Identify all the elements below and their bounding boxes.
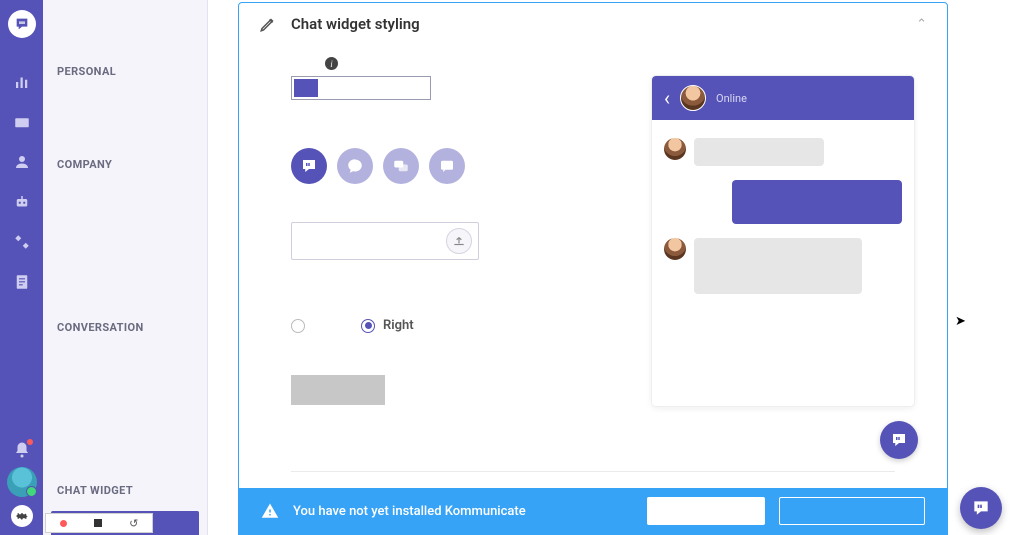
info-icon[interactable]: i (325, 57, 338, 70)
position-right-label: Right (383, 318, 414, 333)
bot-icon[interactable] (13, 193, 31, 211)
sidebar-section-company[interactable]: COMPANY (43, 148, 207, 181)
sidebar-section-chat-widget[interactable]: CHAT WIDGET (43, 474, 207, 507)
incoming-message-row (664, 238, 902, 294)
left-nav-rail (0, 0, 43, 535)
analytics-icon[interactable] (13, 73, 31, 91)
color-swatch (294, 79, 318, 97)
global-chat-launcher[interactable] (960, 487, 1002, 529)
stop-icon[interactable] (94, 519, 102, 527)
install-warning-banner: You have not yet installed Kommunicate (239, 488, 947, 534)
banner-primary-button[interactable] (647, 497, 765, 525)
chat-widget-preview: ‹ Online (651, 75, 915, 407)
custom-icon-upload[interactable] (291, 222, 479, 260)
main-content: Chat widget styling ⌃ i (208, 0, 1024, 535)
sidebar-section-conversation[interactable]: CONVERSATION (43, 311, 207, 344)
incoming-message-bubble (694, 138, 824, 166)
settings-icon[interactable] (11, 505, 33, 527)
position-right-radio[interactable]: Right (361, 318, 414, 333)
notifications-icon[interactable] (13, 441, 31, 459)
outgoing-message-row (664, 180, 902, 224)
chat-widget-styling-card: Chat widget styling ⌃ i (238, 2, 948, 535)
integrations-icon[interactable] (13, 233, 31, 251)
record-icon[interactable] (60, 520, 67, 527)
position-left-radio[interactable] (291, 319, 313, 333)
pencil-icon (259, 15, 277, 33)
launcher-icon-option-3[interactable] (383, 148, 419, 184)
agent-avatar (680, 85, 706, 111)
docs-icon[interactable] (13, 273, 31, 291)
inbox-icon[interactable] (13, 113, 31, 131)
launcher-icon-option-2[interactable] (337, 148, 373, 184)
launcher-icon-option-1[interactable] (291, 148, 327, 184)
back-icon[interactable]: ‹ (664, 86, 670, 110)
banner-secondary-button[interactable] (779, 497, 925, 525)
screen-record-controls: ↺ (45, 513, 153, 533)
incoming-message-row (664, 138, 902, 166)
message-avatar (664, 238, 686, 260)
launcher-icon-option-4[interactable] (429, 148, 465, 184)
disabled-action-button (291, 375, 385, 405)
collapse-icon[interactable]: ⌃ (916, 17, 927, 32)
warning-icon (261, 502, 279, 520)
restart-icon[interactable]: ↺ (129, 517, 138, 530)
section-divider (291, 471, 895, 472)
preview-launcher-button (880, 421, 918, 459)
message-avatar (664, 138, 686, 160)
upload-icon (446, 228, 472, 254)
incoming-message-bubble (694, 238, 862, 294)
banner-message: You have not yet installed Kommunicate (293, 504, 526, 519)
primary-color-input[interactable] (291, 76, 431, 100)
mouse-cursor: ➤ (955, 314, 966, 329)
app-logo[interactable] (8, 10, 36, 38)
agent-status: Online (716, 92, 747, 105)
sidebar-section-personal[interactable]: PERSONAL (43, 55, 207, 88)
users-icon[interactable] (13, 153, 31, 171)
outgoing-message-bubble (732, 180, 902, 224)
preview-header: ‹ Online (652, 76, 914, 120)
card-title: Chat widget styling (291, 15, 420, 33)
settings-sidebar: PERSONAL COMPANY CONVERSATION CHAT WIDGE… (43, 0, 208, 535)
current-user-avatar[interactable] (7, 467, 37, 497)
